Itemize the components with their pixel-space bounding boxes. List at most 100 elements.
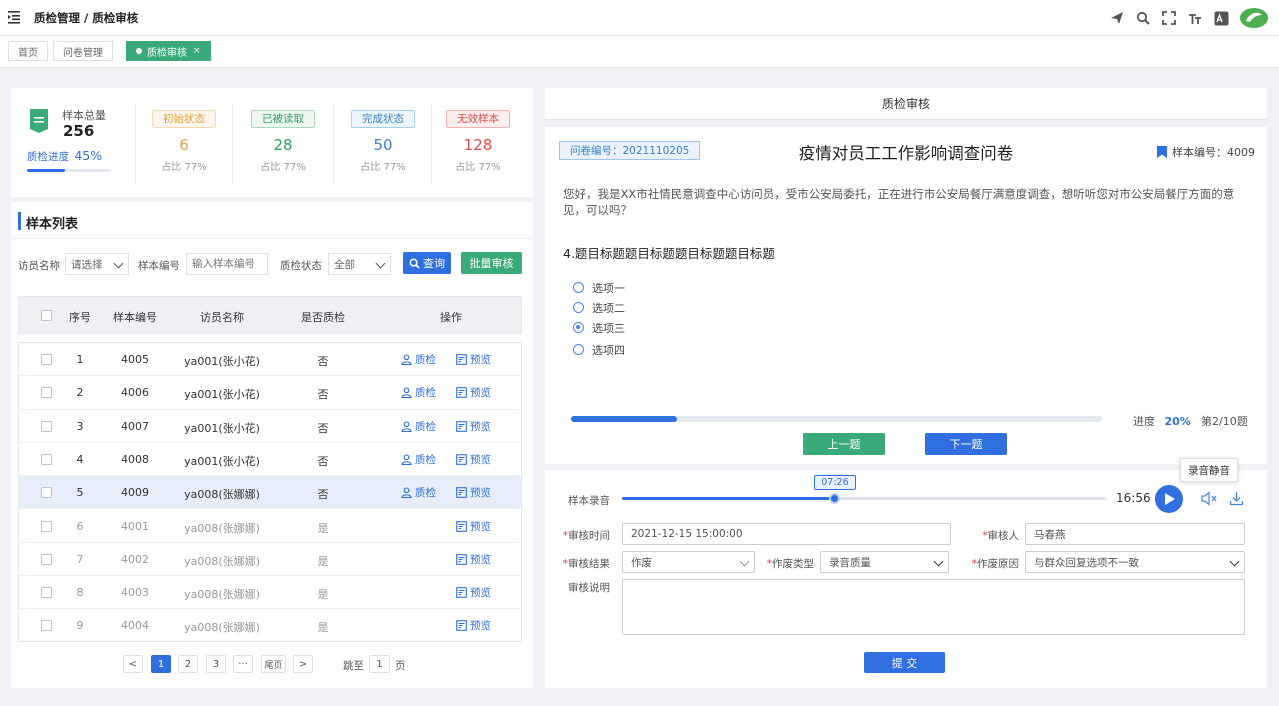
status-select[interactable]: 全部 xyxy=(328,253,391,275)
option-radio-4[interactable] xyxy=(573,344,584,355)
row-checkbox[interactable] xyxy=(41,520,52,532)
next-question-button[interactable]: 下一题 xyxy=(925,433,1007,455)
option-radio-3[interactable] xyxy=(573,322,584,333)
row-index: 3 xyxy=(76,419,84,433)
table-row[interactable]: 9 4004 ya008(张娜娜) 是 预览 xyxy=(19,609,521,642)
tag-questionnaire[interactable]: 问卷管理 xyxy=(53,41,113,61)
preview-link[interactable]: 预览 xyxy=(456,452,491,467)
row-interviewer: ya001(张小花) xyxy=(184,454,260,468)
row-checkbox[interactable] xyxy=(41,420,52,432)
send-icon[interactable] xyxy=(1109,10,1125,26)
table-row[interactable]: 2 4006 ya001(张小花) 否 质检 预览 xyxy=(19,376,521,410)
pager-page-2[interactable]: 2 xyxy=(178,655,198,673)
preview-icon xyxy=(456,553,467,565)
font-size-icon[interactable] xyxy=(1187,10,1203,26)
prev-question-button[interactable]: 上一题 xyxy=(803,433,885,455)
row-checkbox[interactable] xyxy=(41,587,52,599)
audit-result-select[interactable]: 作废 xyxy=(622,551,755,573)
qc-link-label: 质检 xyxy=(415,487,436,500)
qc-link[interactable]: 质检 xyxy=(401,385,436,400)
pager-last[interactable]: 尾页 xyxy=(261,655,286,673)
preview-link[interactable]: 预览 xyxy=(456,485,491,500)
menu-fold-icon[interactable] xyxy=(8,10,22,24)
audit-time-input[interactable]: 2021-12-15 15:00:00 xyxy=(622,523,951,545)
select-all-checkbox[interactable] xyxy=(41,310,52,321)
translate-icon[interactable] xyxy=(1213,10,1229,26)
fullscreen-icon[interactable] xyxy=(1161,10,1177,26)
status-label: 质检状态 xyxy=(280,260,322,272)
table-row[interactable]: 6 4001 ya008(张娜娜) 是 预览 xyxy=(19,510,521,543)
query-button-label: 查询 xyxy=(423,257,445,270)
qc-link[interactable]: 质检 xyxy=(401,352,436,367)
preview-link[interactable]: 预览 xyxy=(456,385,491,400)
bookmark-icon xyxy=(1157,146,1167,158)
table-row[interactable]: 1 4005 ya001(张小花) 否 质检 预览 xyxy=(19,343,521,377)
audio-track[interactable] xyxy=(622,497,1106,500)
qc-link[interactable]: 质检 xyxy=(401,485,436,500)
download-button[interactable] xyxy=(1229,491,1244,509)
pager-page-1[interactable]: 1 xyxy=(151,655,171,673)
play-button[interactable] xyxy=(1155,485,1183,513)
void-type-select[interactable]: 录音质量 xyxy=(820,551,949,573)
table-row[interactable]: 5 4009 ya008(张娜娜) 否 质检 预览 xyxy=(19,476,521,510)
row-checkbox[interactable] xyxy=(41,620,52,632)
row-interviewer: ya001(张小花) xyxy=(184,421,260,435)
pager-page-3[interactable]: 3 xyxy=(206,655,226,673)
preview-link[interactable]: 预览 xyxy=(456,352,491,367)
top-toolbar xyxy=(1109,7,1269,29)
tag-home[interactable]: 首页 xyxy=(8,41,48,61)
void-reason-select[interactable]: 与群众回复选项不一致 xyxy=(1025,551,1245,573)
stat-badge: 已被读取 xyxy=(251,110,315,128)
preview-link[interactable]: 预览 xyxy=(456,419,491,434)
close-icon[interactable]: × xyxy=(193,46,201,56)
preview-link-label: 预览 xyxy=(470,354,491,366)
preview-link[interactable]: 预览 xyxy=(456,519,491,534)
qc-link[interactable]: 质检 xyxy=(401,419,436,434)
submit-button[interactable]: 提 交 xyxy=(864,652,945,673)
row-index: 5 xyxy=(76,486,84,500)
row-checkbox[interactable] xyxy=(41,487,52,499)
sample-total-icon xyxy=(30,109,48,133)
qc-link[interactable]: 质检 xyxy=(401,452,436,467)
row-checkbox[interactable] xyxy=(41,553,52,565)
interviewer-select[interactable]: 请选择 xyxy=(65,253,129,275)
reviewer-input[interactable]: 马春燕 xyxy=(1025,523,1245,545)
avatar[interactable] xyxy=(1239,7,1269,29)
preview-link-label: 预览 xyxy=(470,587,491,600)
mute-button[interactable] xyxy=(1201,491,1218,509)
qc-link-label: 质检 xyxy=(415,453,436,466)
tag-review[interactable]: 质检审核 × xyxy=(126,41,211,61)
preview-icon xyxy=(456,587,467,598)
query-button[interactable]: 查询 xyxy=(403,252,451,274)
option-radio-2[interactable] xyxy=(573,302,584,313)
tag-home-label: 首页 xyxy=(18,47,38,59)
table-row[interactable]: 7 4002 ya008(张娜娜) 是 预览 xyxy=(19,543,521,577)
reviewer-label-text: 审核人 xyxy=(987,530,1020,542)
row-sample-no: 4007 xyxy=(121,419,149,433)
goto-input[interactable]: 1 xyxy=(369,655,390,673)
divider xyxy=(135,104,136,184)
download-icon xyxy=(1229,492,1244,506)
row-qc-status: 否 xyxy=(317,421,329,435)
chevron-down-icon xyxy=(739,556,750,567)
preview-link[interactable]: 预览 xyxy=(456,585,491,600)
pager-next[interactable]: > xyxy=(293,655,313,673)
preview-link[interactable]: 预览 xyxy=(456,618,491,633)
row-checkbox[interactable] xyxy=(41,387,52,399)
stat-invalid: 无效样本 128 占比 77% xyxy=(438,110,518,173)
option-radio-1[interactable] xyxy=(573,282,584,293)
pager-prev[interactable]: < xyxy=(123,655,143,673)
row-checkbox[interactable] xyxy=(41,354,52,365)
user-check-icon xyxy=(401,454,412,465)
batch-review-button[interactable]: 批量审核 xyxy=(461,252,522,274)
audit-note-textarea[interactable] xyxy=(622,579,1245,635)
preview-link[interactable]: 预览 xyxy=(456,552,491,567)
table-row[interactable]: 8 4003 ya008(张娜娜) 是 预览 xyxy=(19,576,521,610)
search-icon[interactable] xyxy=(1135,10,1151,26)
sample-no-input[interactable] xyxy=(186,253,268,275)
pager-ellipsis[interactable]: ··· xyxy=(233,655,253,673)
row-checkbox[interactable] xyxy=(41,453,52,465)
question-progress-track xyxy=(571,416,1102,422)
table-row[interactable]: 4 4008 ya001(张小花) 否 质检 预览 xyxy=(19,443,521,477)
table-row[interactable]: 3 4007 ya001(张小花) 否 质检 预览 xyxy=(19,410,521,443)
